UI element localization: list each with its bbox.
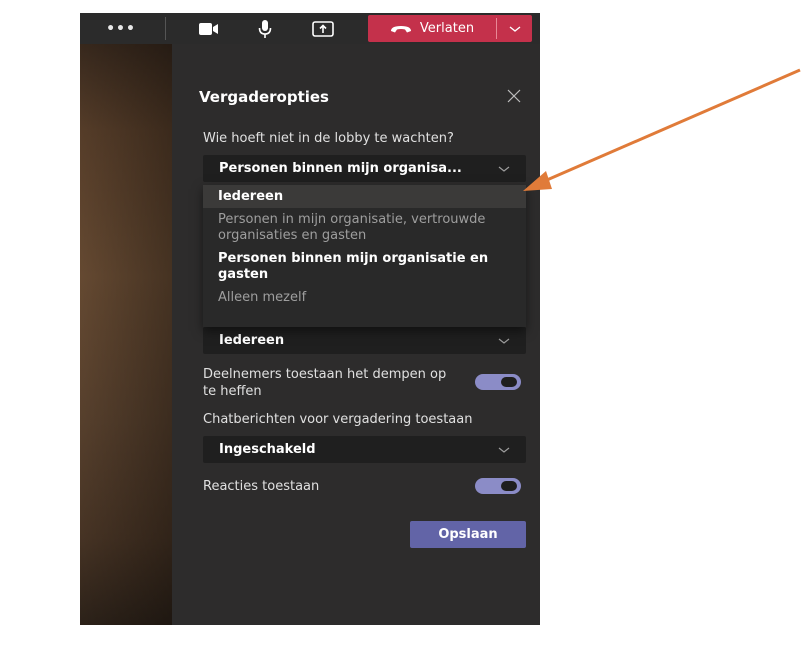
annotation-arrow <box>523 68 801 191</box>
arrow-head-icon <box>523 171 552 191</box>
arrow-shaft <box>539 68 801 185</box>
